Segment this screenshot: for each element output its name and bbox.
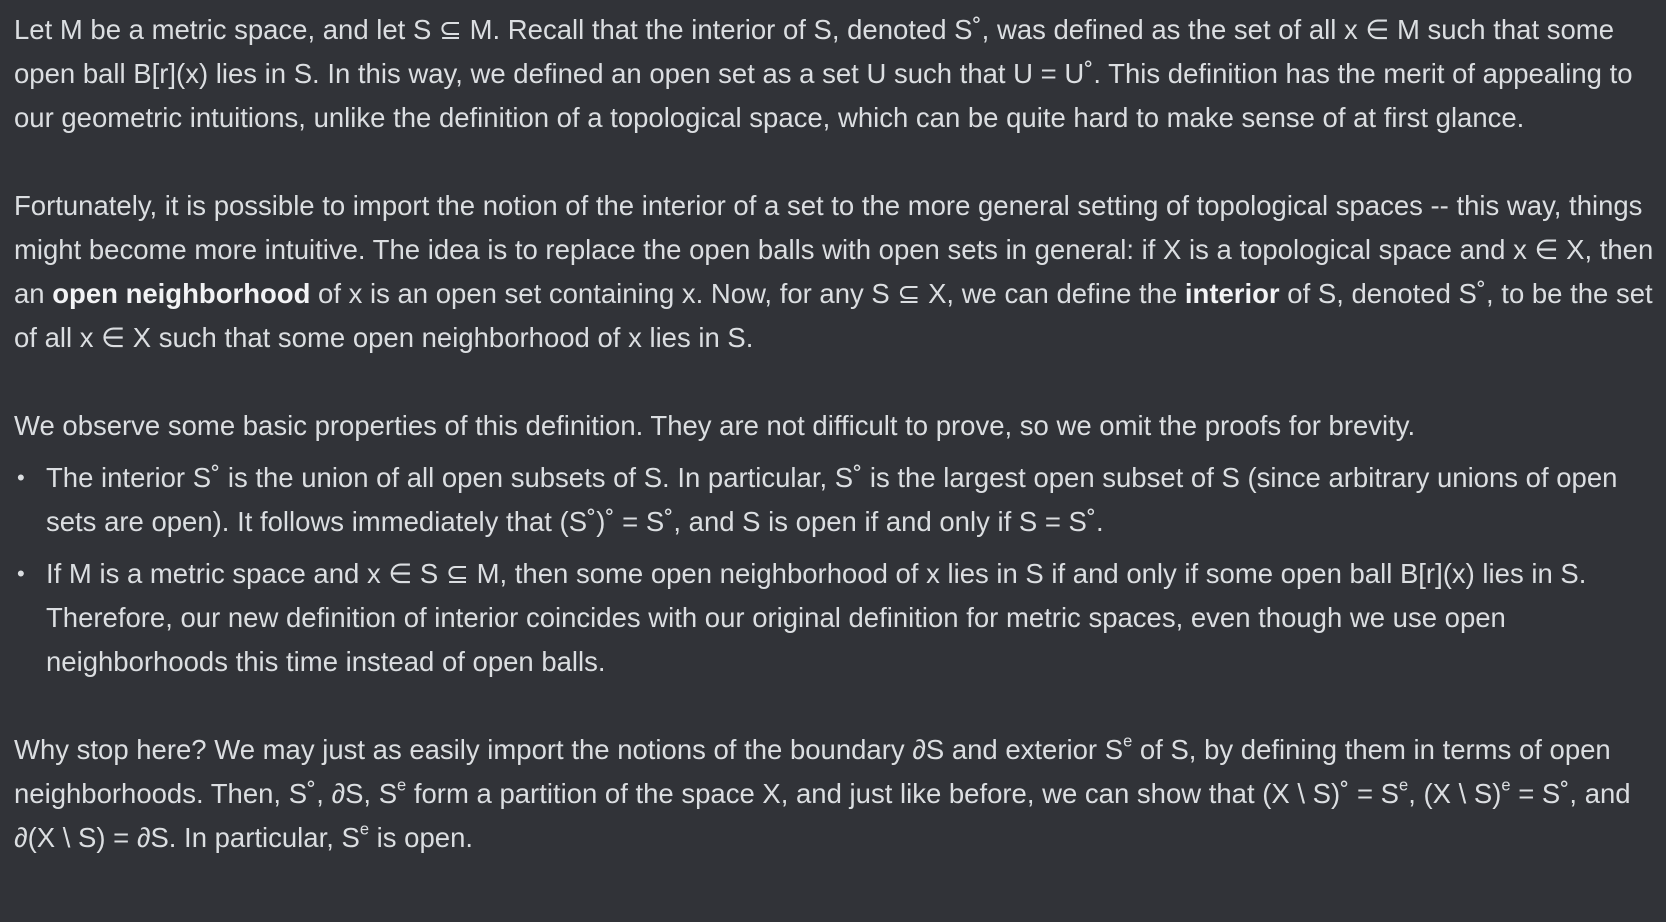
superscript-e: e <box>359 820 370 839</box>
superscript-e: e <box>397 776 407 795</box>
paragraph-intro: Let M be a metric space, and let S ⊆ M. … <box>14 14 1633 133</box>
superscript-e: e <box>1399 776 1409 795</box>
text-segment: Why stop here? We may just as easily imp… <box>14 734 1124 765</box>
list-item: • The interior S˚ is the union of all ope… <box>14 456 1656 544</box>
list-item-text: If M is a metric space and x ∈ S ⊆ M, th… <box>46 558 1587 677</box>
superscript-e: e <box>1501 776 1511 795</box>
paragraph-boundary-exterior: Why stop here? We may just as easily imp… <box>14 728 1656 860</box>
bullet-icon: • <box>17 465 25 490</box>
properties-list: • The interior S˚ is the union of all ope… <box>14 456 1656 684</box>
text-segment: form a partition of the space X, and jus… <box>406 778 1400 809</box>
paragraph-properties-intro: We observe some basic properties of this… <box>14 410 1416 441</box>
bold-term-interior: interior <box>1184 278 1280 309</box>
message-content: Let M be a metric space, and let S ⊆ M. … <box>14 8 1656 860</box>
superscript-e: e <box>1123 732 1133 751</box>
paragraph-interior-definition: Fortunately, it is possible to import th… <box>14 184 1656 360</box>
list-item-text: The interior S˚ is the union of all open… <box>46 462 1618 537</box>
text-segment: , (X \ S) <box>1408 778 1502 809</box>
list-item: • If M is a metric space and x ∈ S ⊆ M, t… <box>14 552 1656 684</box>
text-segment: is open. <box>369 822 474 853</box>
bold-term-open-neighborhood: open neighborhood <box>52 278 311 309</box>
bullet-icon: • <box>17 561 25 586</box>
text-segment: of x is an open set containing x. Now, f… <box>310 278 1185 309</box>
